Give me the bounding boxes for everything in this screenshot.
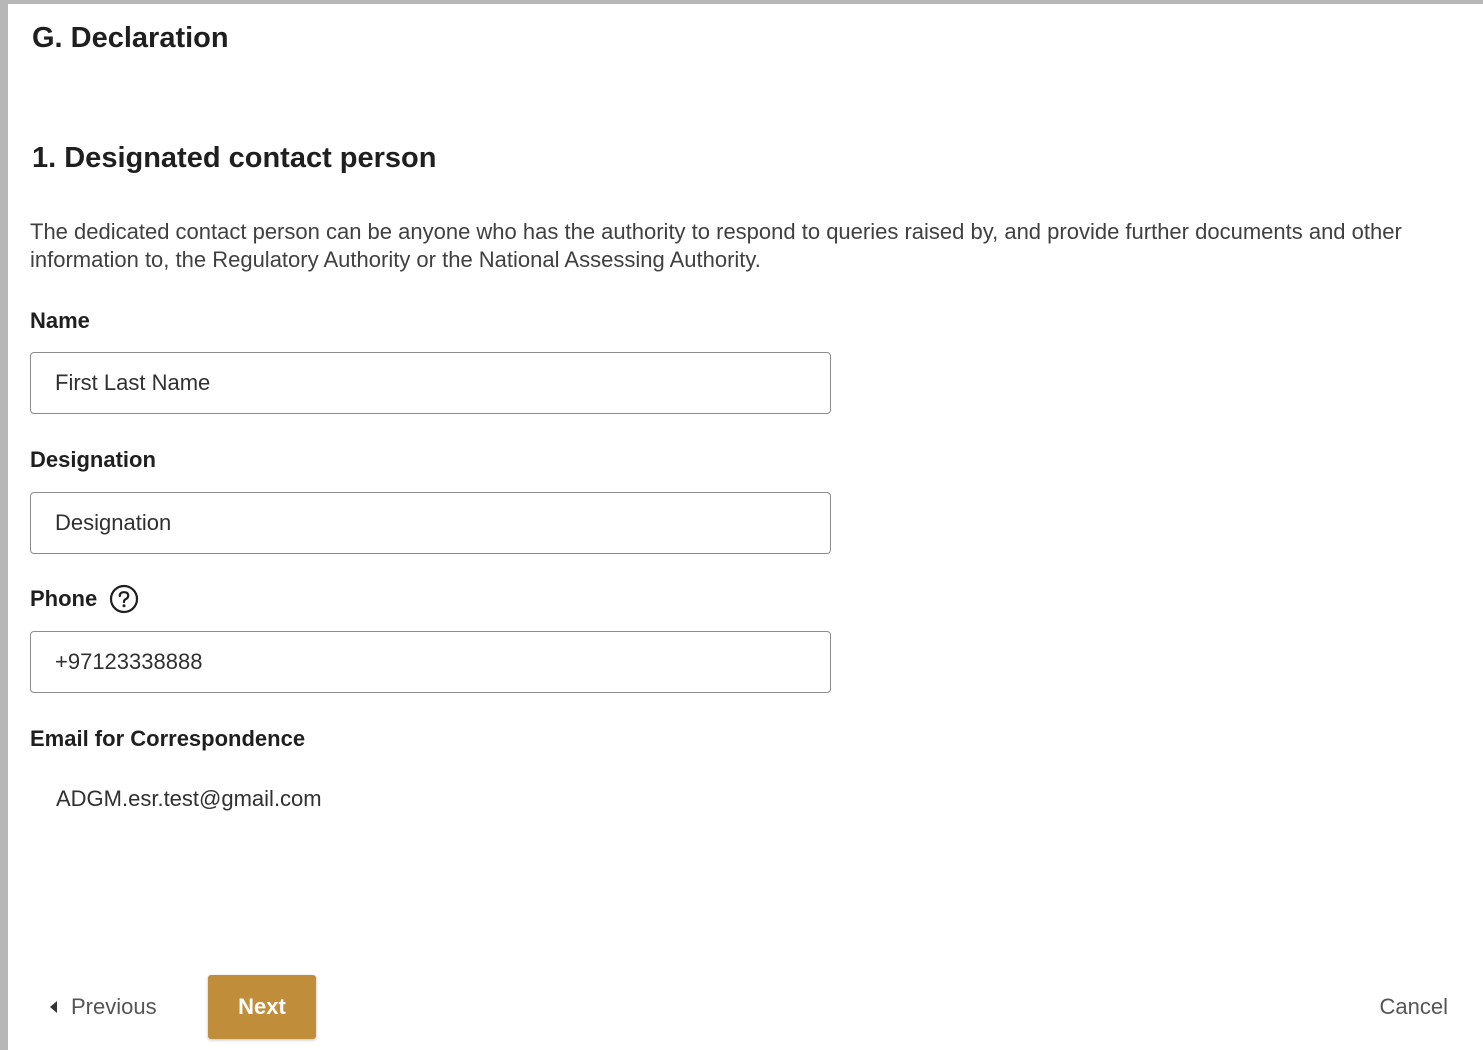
subsection-title: 1. Designated contact person: [32, 142, 437, 174]
name-label-text: Name: [30, 308, 90, 333]
designation-label: Designation: [30, 447, 156, 473]
designation-input[interactable]: [30, 492, 831, 554]
question-circle-icon[interactable]: [109, 584, 139, 614]
name-input[interactable]: [30, 352, 831, 414]
email-value: ADGM.esr.test@gmail.com: [56, 786, 322, 811]
phone-input[interactable]: [30, 631, 831, 693]
designation-label-text: Designation: [30, 447, 156, 472]
name-label: Name: [30, 308, 90, 334]
cancel-label: Cancel: [1379, 994, 1448, 1019]
subsection-description: The dedicated contact person can be anyo…: [30, 219, 1402, 272]
phone-label: Phone: [30, 584, 139, 614]
email-label: Email for Correspondence: [30, 726, 305, 752]
next-button[interactable]: Next: [208, 975, 316, 1039]
phone-label-text: Phone: [30, 586, 98, 611]
caret-left-icon: [50, 1001, 57, 1013]
previous-button[interactable]: Previous: [50, 976, 157, 1038]
section-title: G. Declaration: [32, 22, 229, 54]
form-panel: G. Declaration 1. Designated contact per…: [0, 0, 1483, 1050]
cancel-button[interactable]: Cancel: [1380, 976, 1448, 1038]
previous-label: Previous: [71, 994, 157, 1019]
email-label-text: Email for Correspondence: [30, 726, 306, 751]
